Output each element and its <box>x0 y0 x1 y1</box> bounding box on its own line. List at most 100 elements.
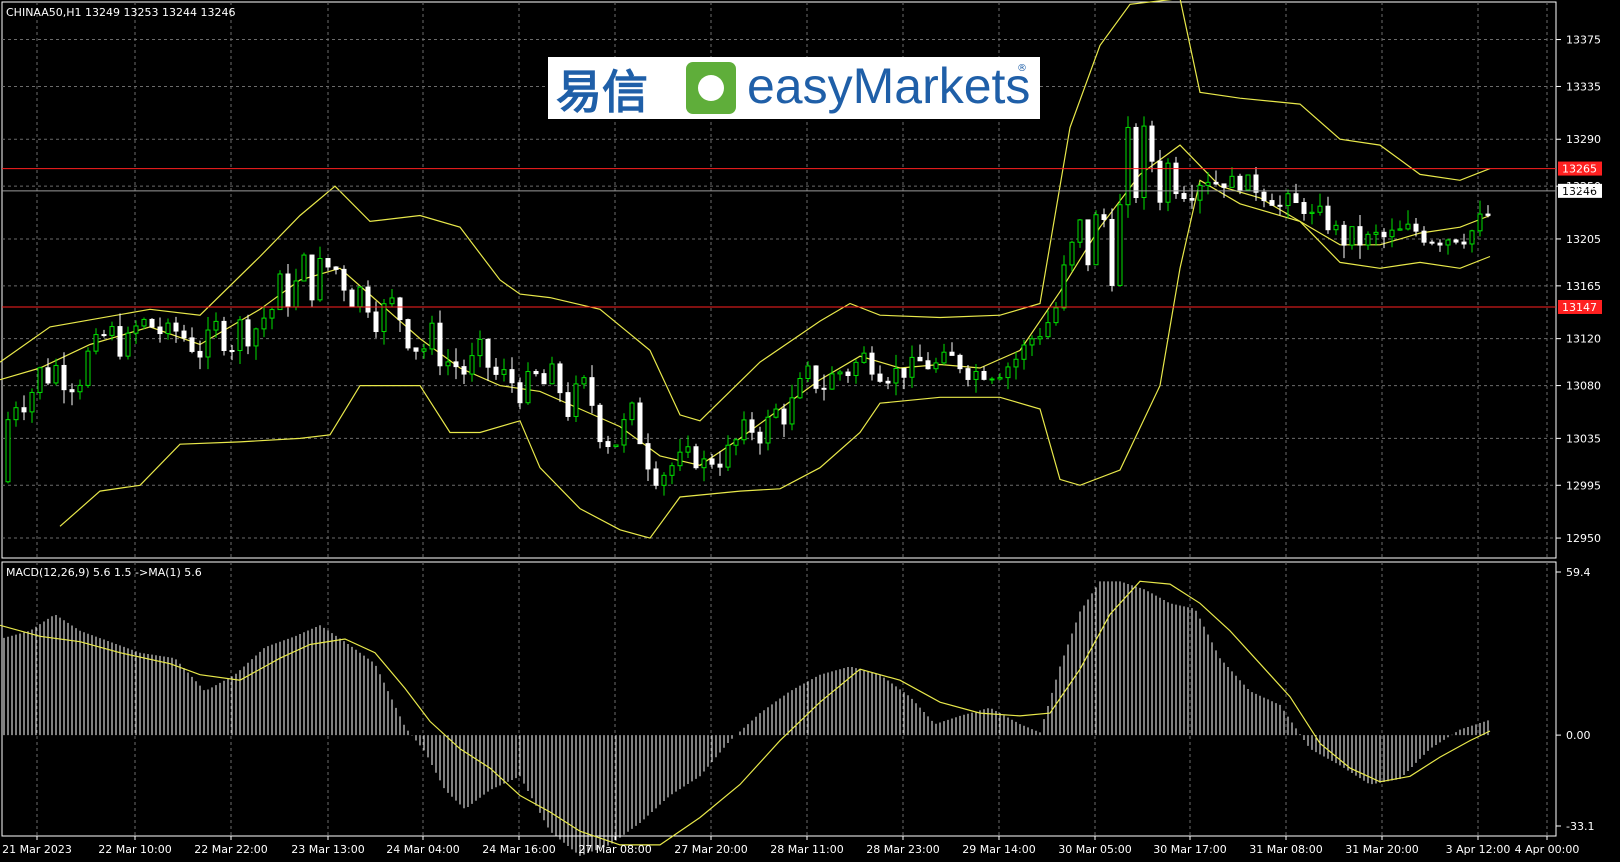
candle-down <box>149 318 155 328</box>
candle-down <box>949 351 955 356</box>
candle-down <box>245 319 251 347</box>
candle-up <box>789 397 795 425</box>
candle-up <box>1005 366 1011 379</box>
candle-down <box>1485 213 1491 216</box>
candle-down <box>397 297 403 321</box>
chart-background <box>0 0 1620 862</box>
candle-down <box>1173 162 1179 195</box>
candle-down <box>45 367 51 384</box>
x-tick-label: 27 Mar 20:00 <box>674 843 747 856</box>
candle-down <box>349 289 355 308</box>
candle-down <box>197 350 203 358</box>
candle-up <box>5 419 11 483</box>
candle-down <box>1413 223 1419 232</box>
candle-up <box>1317 205 1323 213</box>
candle-up <box>1229 175 1235 188</box>
candle-up <box>861 352 867 363</box>
x-tick-label: 31 Mar 20:00 <box>1345 843 1418 856</box>
candle-up <box>1397 228 1403 231</box>
x-tick-label: 31 Mar 08:00 <box>1249 843 1322 856</box>
candle-down <box>1261 191 1267 202</box>
candle-up <box>109 326 115 336</box>
candle-up <box>613 444 619 448</box>
candle-down <box>821 387 827 390</box>
candle-down <box>461 366 467 375</box>
candle-down <box>1429 241 1435 244</box>
candle-down <box>781 408 787 425</box>
candle-down <box>749 419 755 433</box>
y-tick-label: 12950 <box>1566 532 1601 545</box>
candle-down <box>173 322 179 332</box>
candle-up <box>805 365 811 380</box>
candle-up <box>293 280 299 308</box>
candle-down <box>565 392 571 417</box>
candle-up <box>581 377 587 385</box>
candle-down <box>437 322 443 367</box>
candle-up <box>765 416 771 444</box>
candle-up <box>701 458 707 469</box>
candle-up <box>269 309 275 319</box>
price-level-label: 13265 <box>1562 163 1597 176</box>
candle-up <box>1021 344 1027 360</box>
candle-up <box>1389 229 1395 238</box>
candle-up <box>501 369 507 375</box>
candle-down <box>1301 202 1307 214</box>
macd-label: MACD(12,26,9) 5.6 1.5 ->MA(1) 5.6 <box>6 566 202 579</box>
candle-down <box>493 366 499 375</box>
candle-down <box>1421 230 1427 243</box>
candle-down <box>1269 200 1275 206</box>
candle-up <box>37 367 43 393</box>
candle-down <box>605 441 611 448</box>
candle-down <box>1189 197 1195 201</box>
candle-up <box>741 419 747 441</box>
candle-down <box>485 338 491 368</box>
candle-down <box>181 330 187 339</box>
candle-up <box>1053 307 1059 324</box>
candle-down <box>1325 205 1331 231</box>
candle-up <box>1445 239 1451 246</box>
candle-down <box>1437 242 1443 246</box>
logo-brand-text: easyMarkets <box>747 58 1030 114</box>
candle-down <box>717 463 723 468</box>
candle-down <box>813 365 819 389</box>
candle-down <box>309 254 315 301</box>
candle-up <box>989 378 995 381</box>
candle-down <box>1133 126 1139 199</box>
candle-up <box>357 286 363 308</box>
candle-up <box>205 329 211 358</box>
candle-down <box>325 258 331 268</box>
x-tick-label: 21 Mar 2023 <box>2 843 72 856</box>
candle-down <box>229 350 235 353</box>
candle-up <box>237 319 243 352</box>
x-tick-label: 4 Apr 00:00 <box>1515 843 1580 856</box>
candle-down <box>1237 175 1243 191</box>
candle-up <box>797 378 803 399</box>
candle-down <box>333 266 339 270</box>
candle-down <box>1213 181 1219 185</box>
candle-down <box>845 371 851 377</box>
candle-up <box>629 402 635 421</box>
y-tick-label: 13120 <box>1566 333 1601 346</box>
candle-up <box>85 350 91 386</box>
candle-down <box>453 361 459 368</box>
candle-up <box>677 451 683 467</box>
macd-tick-label: 59.4 <box>1566 566 1591 579</box>
candle-up <box>1125 126 1131 206</box>
candle-down <box>405 319 411 349</box>
candle-up <box>1045 322 1051 338</box>
candle-down <box>557 363 563 394</box>
candle-up <box>389 297 395 305</box>
candle-up <box>909 356 915 378</box>
candle-down <box>981 370 987 380</box>
x-tick-label: 28 Mar 23:00 <box>866 843 939 856</box>
candle-up <box>261 317 267 330</box>
candle-down <box>757 431 763 444</box>
candle-up <box>1141 125 1147 199</box>
candle-down <box>189 337 195 352</box>
candle-up <box>1477 213 1483 232</box>
y-tick-label: 13165 <box>1566 280 1601 293</box>
candle-up <box>1245 174 1251 191</box>
candle-up <box>773 408 779 418</box>
candle-up <box>1013 358 1019 368</box>
candle-up <box>549 363 555 385</box>
